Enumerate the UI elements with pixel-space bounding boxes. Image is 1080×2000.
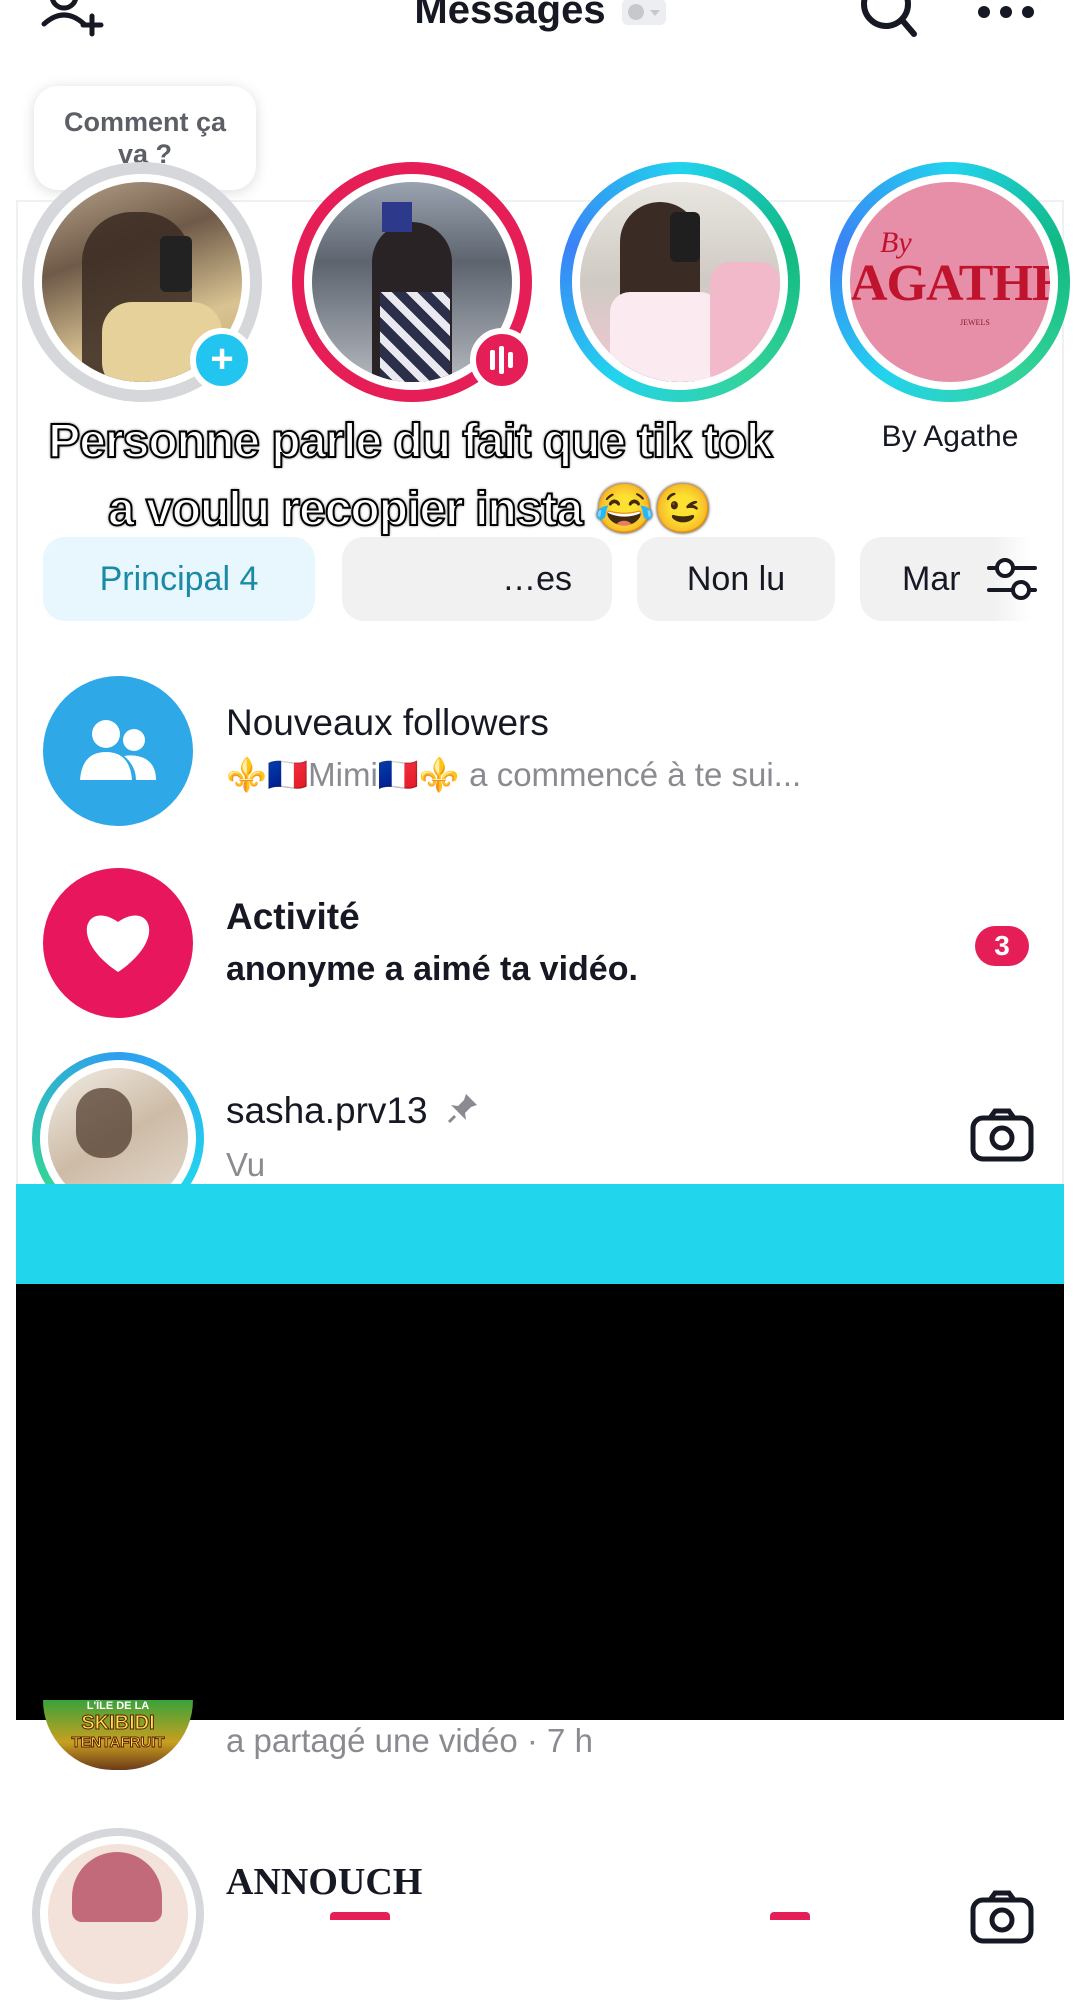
item-subtitle: anonyme a aimé ta vidéo. [226,950,638,988]
add-story-button[interactable]: + [190,328,254,392]
search-button[interactable] [856,0,920,44]
title-text: Messages [414,0,606,32]
subtitle-text: a commencé à te sui... [460,756,802,793]
search-icon [861,0,917,37]
filter-label: Non lu [686,559,786,598]
bottom-nav-hint [770,1912,810,1920]
unread-count-badge: 3 [975,926,1029,966]
more-button[interactable] [976,2,1036,22]
skibidi-thumbnail: L'ÎLE DE LA SKIBIDI TENTAFRUIT [43,1700,193,1770]
filter-label: Mar [902,559,961,598]
agathe-logo: By AGATHE JEWELS [850,182,1050,382]
user-name-emoji: ⚜️🇫🇷Mimi🇫🇷⚜️ [226,756,460,793]
camera-button[interactable] [970,1108,1034,1162]
status-dropdown[interactable] [621,0,666,26]
camera-button[interactable] [970,1890,1034,1944]
more-icon [978,6,1034,18]
story-3[interactable] [560,162,800,402]
thumb-text: L'ÎLE DE LA [86,1700,150,1712]
item-title: Activité [226,896,360,937]
followers-avatar [43,676,193,826]
filter-non-lu[interactable]: Non lu [637,537,835,621]
list-item-sasha[interactable]: sasha.prv13 Vu [0,1044,1080,1224]
filter-label: Principal 4 [99,559,259,598]
camera-icon [970,1890,1034,1944]
cyan-banner [16,1184,1064,1284]
sliders-icon [987,558,1037,600]
item-title: Nouveaux followers [226,702,549,743]
item-title: sasha.prv13 [226,1090,480,1132]
list-item-shared-video[interactable]: L'ÎLE DE LA SKIBIDI TENTAFRUIT a partagé… [0,1700,1080,1800]
story-agathe[interactable]: By AGATHE JEWELS [830,162,1070,402]
logo-main: AGATHE [850,255,1050,312]
activity-avatar [43,868,193,1018]
live-bars-icon [490,346,513,374]
item-title: ANNOUCH [226,1861,423,1903]
thumb-text: TENTAFRUIT [71,1734,165,1752]
black-overlay [16,1284,1064,1720]
username: sasha.prv13 [226,1090,428,1131]
camera-icon [970,1108,1034,1162]
item-subtitle: Vu [226,1146,266,1183]
thumb-text: SKIBIDI [81,1712,155,1735]
live-badge [470,328,534,392]
filter-2[interactable]: …es [342,537,612,621]
avatar [32,1828,204,2000]
plus-icon: + [210,337,234,381]
followers-icon [80,720,156,780]
filter-principal[interactable]: Principal 4 [43,537,315,621]
video-caption: Personne parle du fait que tik tok a vou… [47,414,773,537]
bubble-text: Comment ça va ? [63,106,227,169]
logo-sub: JEWELS [960,318,990,327]
filter-label: …es [502,559,572,598]
list-item-activity[interactable]: Activité anonyme a aimé ta vidéo. 3 [0,852,1080,1032]
story-name-agathe: By Agathe [881,420,1019,453]
list-item-new-followers[interactable]: Nouveaux followers ⚜️🇫🇷Mimi🇫🇷⚜️ a commen… [0,660,1080,840]
filter-settings-button[interactable] [985,556,1039,602]
item-subtitle: ⚜️🇫🇷Mimi🇫🇷⚜️ a commencé à te sui... [226,756,801,795]
bottom-nav-hint [330,1912,390,1920]
pin-icon [447,1094,477,1124]
story-photo [580,182,780,382]
heart-icon [86,915,150,972]
item-subtitle: a partagé une vidéo · 7 h [226,1722,593,1759]
list-item-annouch[interactable]: ANNOUCH [0,1820,1080,2000]
